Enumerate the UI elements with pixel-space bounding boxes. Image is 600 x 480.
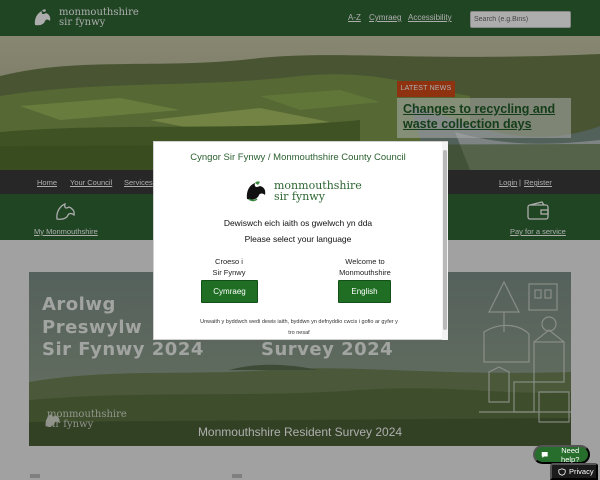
dragon-logo-icon xyxy=(246,181,266,202)
language-select-modal: Cyngor Sir Fynwy / Monmouthshire County … xyxy=(153,141,448,340)
privacy-label: Privacy xyxy=(569,467,594,476)
language-prompt-welsh: Dewiswch eich iaith os gwelwch yn dda xyxy=(223,218,373,228)
privacy-button[interactable]: Privacy xyxy=(550,463,598,480)
english-welcome-line-2: Monmouthshire xyxy=(339,268,391,277)
cookie-note-line-2: tro nesaf xyxy=(288,330,310,336)
welsh-welcome-line-1: Croeso i xyxy=(215,257,243,266)
cookie-note-line-1: Unwaith y byddwch wedi dewis iaith, bydd… xyxy=(200,319,398,325)
need-help-button[interactable]: Need help? xyxy=(533,445,590,464)
welsh-welcome-label: Croeso i Sir Fynwy xyxy=(174,256,284,278)
modal-scrollbar-thumb[interactable] xyxy=(443,150,447,330)
modal-logo-line-2: sir fynwy xyxy=(274,190,325,203)
modal-title: Cyngor Sir Fynwy / Monmouthshire County … xyxy=(190,152,406,163)
language-prompt-english: Please select your language xyxy=(244,234,352,244)
english-welcome-line-1: Welcome to xyxy=(345,257,385,266)
english-welcome-label: Welcome to Monmouthshire xyxy=(310,256,420,278)
modal-logo: monmouthshire sir fynwy xyxy=(243,178,362,204)
need-help-label: Need help? xyxy=(561,445,580,464)
chat-icon xyxy=(541,451,548,458)
cymraeg-button[interactable]: Cymraeg xyxy=(201,280,258,303)
shield-icon xyxy=(558,467,566,476)
english-button[interactable]: English xyxy=(338,280,391,303)
welsh-welcome-line-2: Sir Fynwy xyxy=(212,268,246,277)
cookie-note: Unwaith y byddwch wedi dewis iaith, bydd… xyxy=(188,317,410,339)
